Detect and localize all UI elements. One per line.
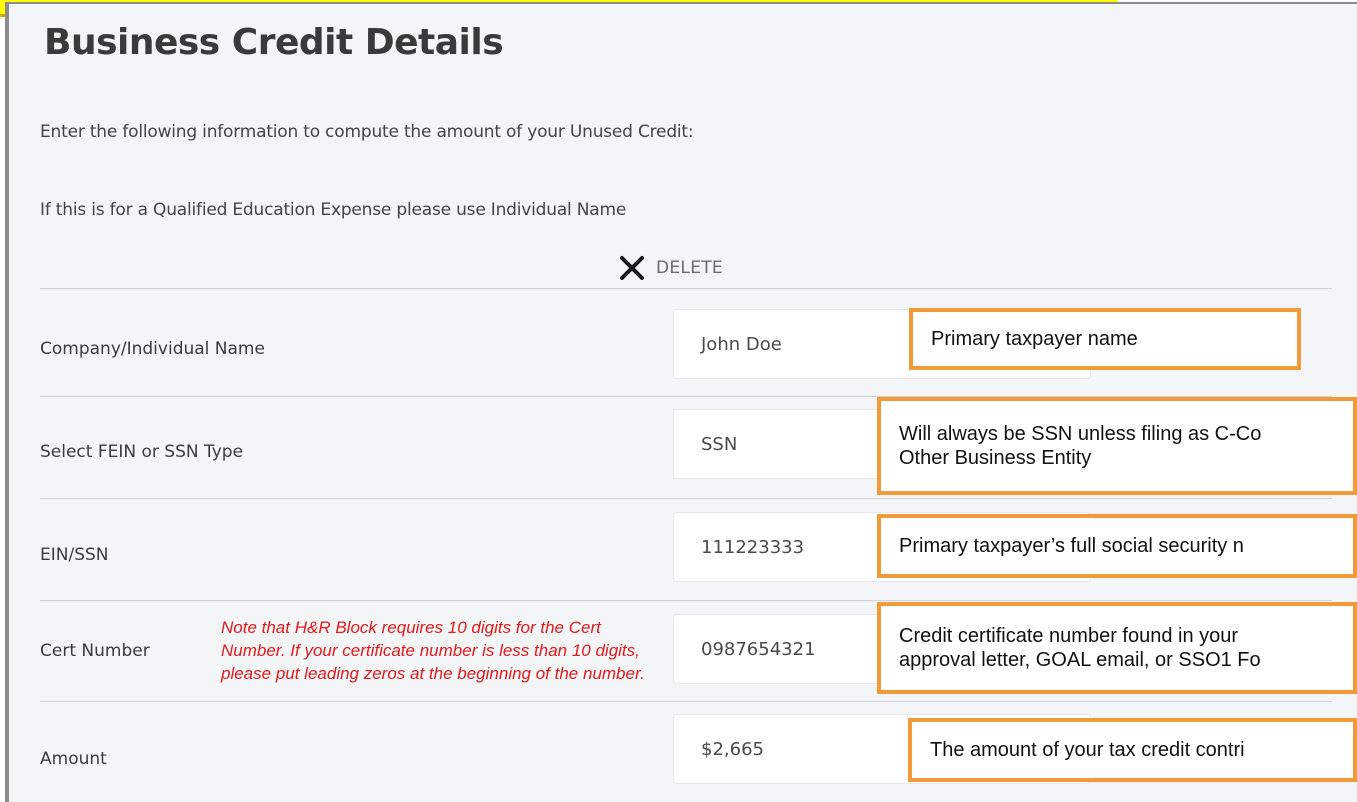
callout-text: The amount of your tax credit contri (930, 739, 1245, 761)
ein-ssn-value: 111223333 (701, 536, 805, 558)
callout-fein-ssn-type: Will always be SSN unless filing as C-Co… (877, 397, 1357, 495)
callout-ein-ssn: Primary taxpayer’s full social security … (877, 514, 1357, 578)
company-name-value: John Doe (701, 333, 782, 355)
cert-number-note: Note that H&R Block requires 10 digits f… (221, 618, 645, 683)
divider (40, 498, 1332, 499)
divider (40, 288, 1332, 289)
callout-company-name: Primary taxpayer name (909, 308, 1301, 370)
qualified-note: If this is for a Qualified Education Exp… (40, 200, 627, 220)
callout-text: Other Business Entity (899, 447, 1092, 469)
callout-cert-number: Credit certificate number found in your … (877, 602, 1357, 694)
fein-ssn-type-label: Select FEIN or SSN Type (40, 442, 244, 462)
divider (40, 701, 1332, 702)
close-x-icon (620, 256, 644, 280)
amount-value: $2,665 (701, 738, 764, 760)
callout-amount: The amount of your tax credit contri (908, 718, 1357, 782)
fein-ssn-type-value: SSN (701, 433, 738, 455)
business-credit-panel: Business Credit Details Enter the follow… (5, 2, 1357, 802)
amount-label: Amount (40, 749, 107, 769)
callout-text: approval letter, GOAL email, or SSO1 Fo (899, 649, 1261, 671)
callout-text: Credit certificate number found in your (899, 625, 1239, 647)
cert-number-label: Cert Number (40, 641, 150, 661)
company-name-label: Company/Individual Name (40, 339, 265, 359)
delete-button[interactable]: DELETE (616, 250, 723, 286)
cert-number-value: 0987654321 (701, 638, 816, 660)
ein-ssn-label: EIN/SSN (40, 545, 109, 565)
callout-text: Primary taxpayer’s full social security … (899, 535, 1244, 557)
callout-text: Will always be SSN unless filing as C-Co (899, 423, 1262, 445)
divider (40, 600, 1332, 601)
callout-text: Primary taxpayer name (931, 328, 1138, 350)
page-title: Business Credit Details (44, 22, 504, 63)
intro-text: Enter the following information to compu… (40, 122, 694, 142)
delete-label: DELETE (656, 258, 723, 278)
